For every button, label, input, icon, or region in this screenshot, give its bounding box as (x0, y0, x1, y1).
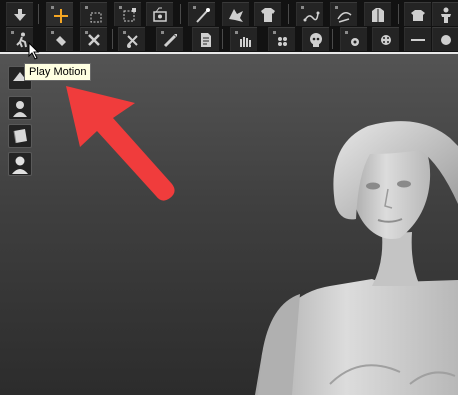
brush-icon[interactable] (156, 27, 183, 51)
toolbar-separator (38, 4, 39, 24)
bar-icon[interactable] (404, 27, 431, 51)
annotation-arrow (66, 86, 175, 201)
move-gizmo-icon[interactable] (46, 2, 73, 26)
link-path-icon[interactable] (296, 2, 323, 26)
select-box-icon[interactable] (80, 2, 107, 26)
jacket-icon[interactable] (364, 2, 391, 26)
toolbar-row-2 (0, 27, 458, 53)
down-arrow-icon[interactable] (6, 2, 33, 26)
path-edit-icon[interactable] (330, 2, 357, 26)
hand-icon[interactable] (230, 27, 257, 51)
transform-box-icon[interactable] (114, 2, 141, 26)
dragon-mesh-icon[interactable] (222, 2, 249, 26)
dots-icon[interactable] (372, 27, 399, 51)
app-window: Play Motion (0, 0, 458, 395)
body-icon[interactable] (432, 2, 458, 26)
wand-icon[interactable] (188, 2, 215, 26)
skull-icon[interactable] (302, 27, 329, 51)
doc-icon[interactable] (192, 27, 219, 51)
3d-viewport[interactable] (0, 54, 458, 395)
bone-icon[interactable] (404, 2, 431, 26)
toolbar-separator (180, 4, 181, 24)
scissors-icon[interactable] (118, 27, 145, 51)
toolbar-separator (288, 4, 289, 24)
walk-bone-icon[interactable] (46, 27, 73, 51)
main-toolbar (0, 0, 458, 54)
mouse-cursor-icon (28, 42, 40, 60)
toolbar-separator (332, 29, 333, 49)
toolbar-separator (398, 4, 399, 24)
circle-icon[interactable] (432, 27, 458, 51)
target-icon[interactable] (340, 27, 367, 51)
tooltip: Play Motion (24, 63, 92, 81)
toolbar-row-1 (0, 2, 458, 28)
toolbar-separator (112, 29, 113, 49)
pose-knot-icon[interactable] (80, 27, 107, 51)
toolbar-separator (222, 29, 223, 49)
camera-align-icon[interactable] (146, 2, 173, 26)
morph-icon[interactable] (268, 27, 295, 51)
shirt-icon[interactable] (254, 2, 281, 26)
